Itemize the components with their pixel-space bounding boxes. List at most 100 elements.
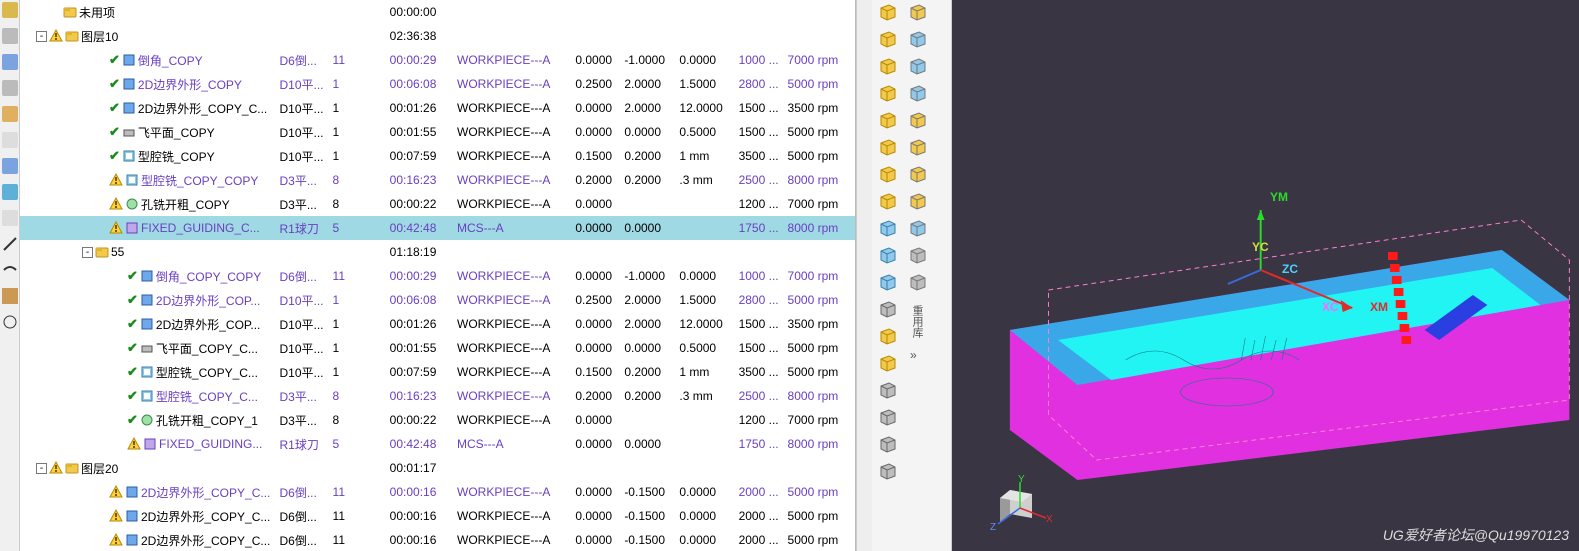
check-icon: ✔ (109, 76, 120, 92)
tool-icon[interactable] (2, 54, 18, 70)
operation-row[interactable]: ✔孔铣开粗_COPY_1D3平...800:00:22WORKPIECE---A… (20, 408, 855, 432)
tool-icon[interactable] (2, 106, 18, 122)
viewport-3d[interactable]: YM XM XC ZC YC Y X Z UG爱好者论坛@Qu19970123 (952, 0, 1579, 551)
cube-tool-icon[interactable] (877, 56, 897, 76)
operation-row[interactable]: 型腔铣_COPY_COPYD3平...800:16:23WORKPIECE---… (20, 168, 855, 192)
tool-icon[interactable] (2, 132, 18, 148)
check-icon: ✔ (127, 412, 138, 428)
axis-xm-label: XM (1370, 300, 1388, 314)
cube-tool-icon[interactable] (907, 218, 927, 238)
cube-tool-icon[interactable] (877, 245, 897, 265)
row-label: 2D边界外形_COPY_C... (141, 508, 270, 525)
cube-tool-icon[interactable] (877, 164, 897, 184)
operation-row[interactable]: ✔飞平面_COPY_C...D10平...100:01:55WORKPIECE-… (20, 336, 855, 360)
operation-row[interactable]: ✔倒角_COPYD6倒...1100:00:29WORKPIECE---A0.0… (20, 48, 855, 72)
row-label: 2D边界外形_COPY (138, 76, 242, 93)
cube-tool-icon[interactable] (877, 434, 897, 454)
cube-tool-icon[interactable] (877, 191, 897, 211)
row-label: 型腔铣_COPY_C... (156, 364, 258, 381)
cube-tool-icon[interactable] (877, 380, 897, 400)
cube-tool-icon[interactable] (877, 353, 897, 373)
vcube-z: Z (990, 522, 996, 533)
tool-icon[interactable] (2, 2, 18, 18)
cube-tool-icon[interactable] (877, 326, 897, 346)
operation-row[interactable]: ✔2D边界外形_COP...D10平...100:01:26WORKPIECE-… (20, 312, 855, 336)
cube-tool-icon[interactable] (907, 272, 927, 292)
tool-icon[interactable] (2, 210, 18, 226)
tool-icon[interactable] (2, 158, 18, 174)
cube-tool-icon[interactable] (907, 164, 927, 184)
operation-row[interactable]: ✔2D边界外形_COPY_C...D10平...100:01:26WORKPIE… (20, 96, 855, 120)
expand-toggle[interactable]: - (36, 463, 47, 474)
vcube-y: Y (1018, 474, 1025, 485)
operation-tree: 未用项00:00:00-图层1002:36:38✔倒角_COPYD6倒...11… (20, 0, 856, 551)
tree-group-row[interactable]: -5501:18:19 (20, 240, 855, 264)
operation-row[interactable]: 孔铣开粗_COPYD3平...800:00:22WORKPIECE---A0.0… (20, 192, 855, 216)
tree-group-row[interactable]: -图层2000:01:17 (20, 456, 855, 480)
operation-row[interactable]: ✔倒角_COPY_COPYD6倒...1100:00:29WORKPIECE--… (20, 264, 855, 288)
tool-icon[interactable] (2, 288, 18, 304)
operation-row[interactable]: ✔飞平面_COPYD10平...100:01:55WORKPIECE---A0.… (20, 120, 855, 144)
cube-tool-icon[interactable] (907, 110, 927, 130)
watermark: UG爱好者论坛@Qu19970123 (1383, 525, 1569, 545)
expand-toggle[interactable]: - (82, 247, 93, 258)
operation-row[interactable]: ✔型腔铣_COPYD10平...100:07:59WORKPIECE---A0.… (20, 144, 855, 168)
tree-group-row[interactable]: 未用项00:00:00 (20, 0, 855, 24)
cube-tool-icon[interactable] (907, 245, 927, 265)
cube-tool-icon[interactable] (907, 29, 927, 49)
check-icon: ✔ (109, 52, 120, 68)
operation-row[interactable]: FIXED_GUIDING_C...R1球刀500:42:48MCS---A0.… (20, 216, 855, 240)
operation-row[interactable]: ✔2D边界外形_COP...D10平...100:06:08WORKPIECE-… (20, 288, 855, 312)
cube-tool-icon[interactable] (877, 272, 897, 292)
tool-icon[interactable] (2, 184, 18, 200)
row-label: 倒角_COPY (138, 52, 203, 69)
tool-icon[interactable] (2, 236, 18, 252)
cube-tool-icon[interactable] (877, 110, 897, 130)
operation-row[interactable]: 2D边界外形_COPY_C...D6倒...1100:00:16WORKPIEC… (20, 504, 855, 528)
cube-tool-icon[interactable] (907, 191, 927, 211)
tree-group-row[interactable]: -图层1002:36:38 (20, 24, 855, 48)
more-icon[interactable]: » (908, 345, 926, 363)
cube-tool-icon[interactable] (907, 83, 927, 103)
expand-toggle[interactable]: - (36, 31, 47, 42)
cube-tool-icon[interactable] (877, 137, 897, 157)
tool-icon[interactable] (2, 28, 18, 44)
cube-tool-icon[interactable] (877, 461, 897, 481)
warning-icon (109, 221, 123, 235)
check-icon: ✔ (127, 292, 138, 308)
axis-zc-label: ZC (1282, 262, 1298, 276)
cube-tool-icon[interactable] (877, 83, 897, 103)
row-label: 2D边界外形_COPY_C... (138, 100, 267, 117)
check-icon: ✔ (127, 340, 138, 356)
row-label: 型腔铣_COPY_C... (156, 388, 258, 405)
cube-tool-icon[interactable] (877, 218, 897, 238)
cube-tool-icon[interactable] (907, 137, 927, 157)
row-label: FIXED_GUIDING... (159, 437, 262, 451)
cube-tool-icon[interactable] (877, 2, 897, 22)
tool-icon[interactable] (2, 314, 18, 330)
tool-icon[interactable] (2, 262, 18, 278)
warning-icon (109, 485, 123, 499)
operation-row[interactable]: ✔型腔铣_COPY_C...D10平...100:07:59WORKPIECE-… (20, 360, 855, 384)
cube-tool-icon[interactable] (877, 407, 897, 427)
cube-tool-icon[interactable] (877, 29, 897, 49)
operation-row[interactable]: FIXED_GUIDING...R1球刀500:42:48MCS---A0.00… (20, 432, 855, 456)
operation-row[interactable]: ✔2D边界外形_COPYD10平...100:06:08WORKPIECE---… (20, 72, 855, 96)
view-cube[interactable]: Y X Z (992, 478, 1048, 537)
left-toolbar (0, 0, 20, 551)
operation-row[interactable]: 2D边界外形_COPY_C...D6倒...1100:00:16WORKPIEC… (20, 480, 855, 504)
axis-yc-label: YC (1252, 240, 1269, 254)
row-label: 2D边界外形_COP... (156, 292, 260, 309)
warning-icon (49, 29, 63, 43)
cube-tool-icon[interactable] (877, 299, 897, 319)
cube-tool-icon[interactable] (907, 56, 927, 76)
operation-row[interactable]: ✔型腔铣_COPY_C...D3平...800:16:23WORKPIECE--… (20, 384, 855, 408)
check-icon: ✔ (127, 388, 138, 404)
scrollbar[interactable] (856, 0, 872, 551)
cube-tool-icon[interactable] (907, 2, 927, 22)
warning-icon (127, 437, 141, 451)
row-label: 飞平面_COPY (138, 124, 215, 141)
check-icon: ✔ (109, 124, 120, 140)
tool-icon[interactable] (2, 80, 18, 96)
operation-row[interactable]: 2D边界外形_COPY_C...D6倒...1100:00:16WORKPIEC… (20, 528, 855, 551)
